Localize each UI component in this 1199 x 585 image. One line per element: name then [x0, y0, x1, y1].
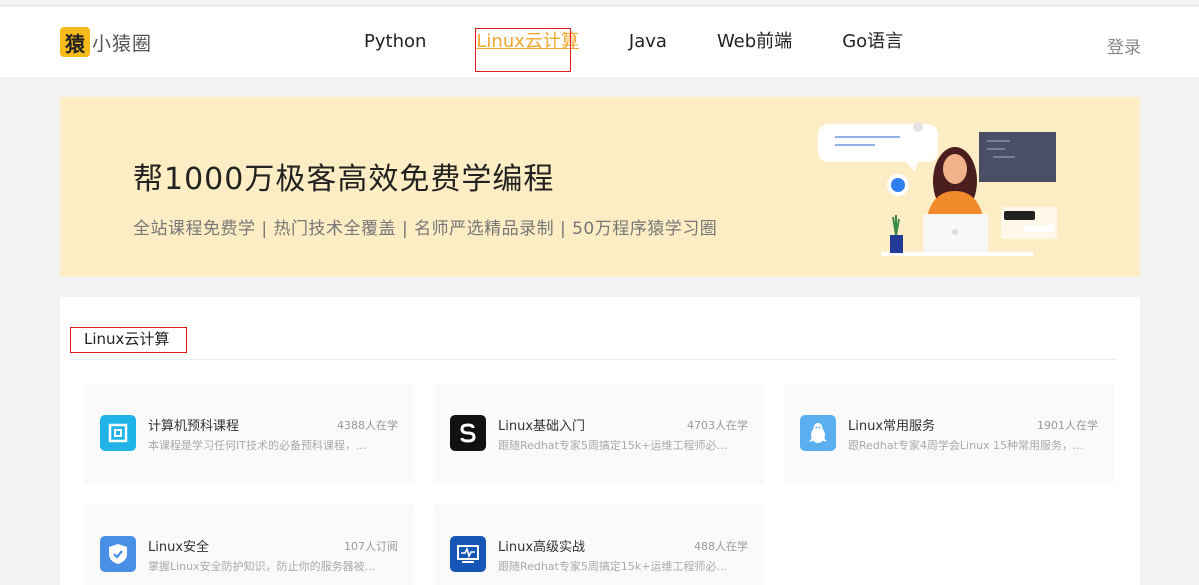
logo-mark: 猿 — [60, 27, 90, 57]
hero-banner: 帮1000万极客高效免费学编程 全站课程免费学 | 热门技术全覆盖 | 名师严选… — [60, 97, 1140, 277]
course-desc: 本课程是学习任何IT技术的必备预科课程，... — [148, 439, 367, 452]
course-count: 1901人在学 — [1037, 419, 1098, 432]
site-header: 猿 小猿圈 Python Linux云计算 Java Web前端 Go语言 登录 — [0, 7, 1199, 77]
course-title: Linux基础入门 — [498, 419, 586, 434]
course-count: 4703人在学 — [687, 419, 748, 432]
course-desc: 掌握Linux安全防护知识，防止你的服务器被... — [148, 560, 376, 573]
nav-java[interactable]: Java — [629, 31, 667, 55]
course-title: 计算机预科课程 — [148, 419, 240, 434]
login-link[interactable]: 登录 — [1107, 33, 1141, 58]
preparatory-icon — [100, 415, 136, 451]
course-card[interactable]: Linux安全 107人订阅 掌握Linux安全防护知识，防止你的服务器被... — [84, 505, 414, 585]
penguin-icon — [800, 415, 836, 451]
course-title: Linux常用服务 — [848, 419, 936, 434]
banner-subtitle: 全站课程免费学 | 热门技术全覆盖 | 名师严选精品录制 | 50万程序猿学习圈 — [133, 219, 718, 239]
site-logo[interactable]: 猿 小猿圈 — [60, 27, 152, 57]
letter-s-icon — [450, 415, 486, 451]
course-card[interactable]: 计算机预科课程 4388人在学 本课程是学习任何IT技术的必备预科课程，... — [84, 384, 414, 484]
course-title: Linux安全 — [148, 540, 210, 555]
course-desc: 跟随Redhat专家5周搞定15k+运维工程师必... — [498, 560, 727, 573]
monitor-pulse-icon — [450, 536, 486, 572]
nav-go[interactable]: Go语言 — [842, 31, 903, 55]
browser-top-strip — [0, 0, 1199, 6]
main-nav: Python Linux云计算 Java Web前端 Go语言 — [364, 28, 953, 72]
course-card[interactable]: Linux基础入门 4703人在学 跟随Redhat专家5周搞定15k+运维工程… — [434, 384, 764, 484]
course-card[interactable]: Linux常用服务 1901人在学 跟Redhat专家4周学会Linux 15种… — [784, 384, 1114, 484]
banner-illustration — [818, 122, 1057, 256]
course-count: 4388人在学 — [337, 419, 398, 432]
shield-check-icon — [100, 536, 136, 572]
nav-python[interactable]: Python — [364, 31, 426, 55]
course-title: Linux高级实战 — [498, 540, 586, 555]
course-desc: 跟随Redhat专家5周搞定15k+运维工程师必... — [498, 439, 727, 452]
banner-title: 帮1000万极客高效免费学编程 — [133, 162, 555, 197]
course-panel: Linux云计算 计算机预科课程 4388人在学 本课程是学习任何IT技术的必备… — [60, 297, 1140, 585]
course-count: 107人订阅 — [344, 540, 398, 553]
course-desc: 跟Redhat专家4周学会Linux 15种常用服务，... — [848, 439, 1084, 452]
section-divider — [70, 359, 1116, 360]
logo-text: 小猿圈 — [92, 32, 153, 55]
nav-linux-cloud[interactable]: Linux云计算 — [475, 28, 579, 72]
course-card[interactable]: Linux高级实战 488人在学 跟随Redhat专家5周搞定15k+运维工程师… — [434, 505, 764, 585]
course-count: 488人在学 — [694, 540, 748, 553]
section-title: Linux云计算 — [70, 327, 187, 353]
nav-web-frontend[interactable]: Web前端 — [717, 31, 792, 55]
